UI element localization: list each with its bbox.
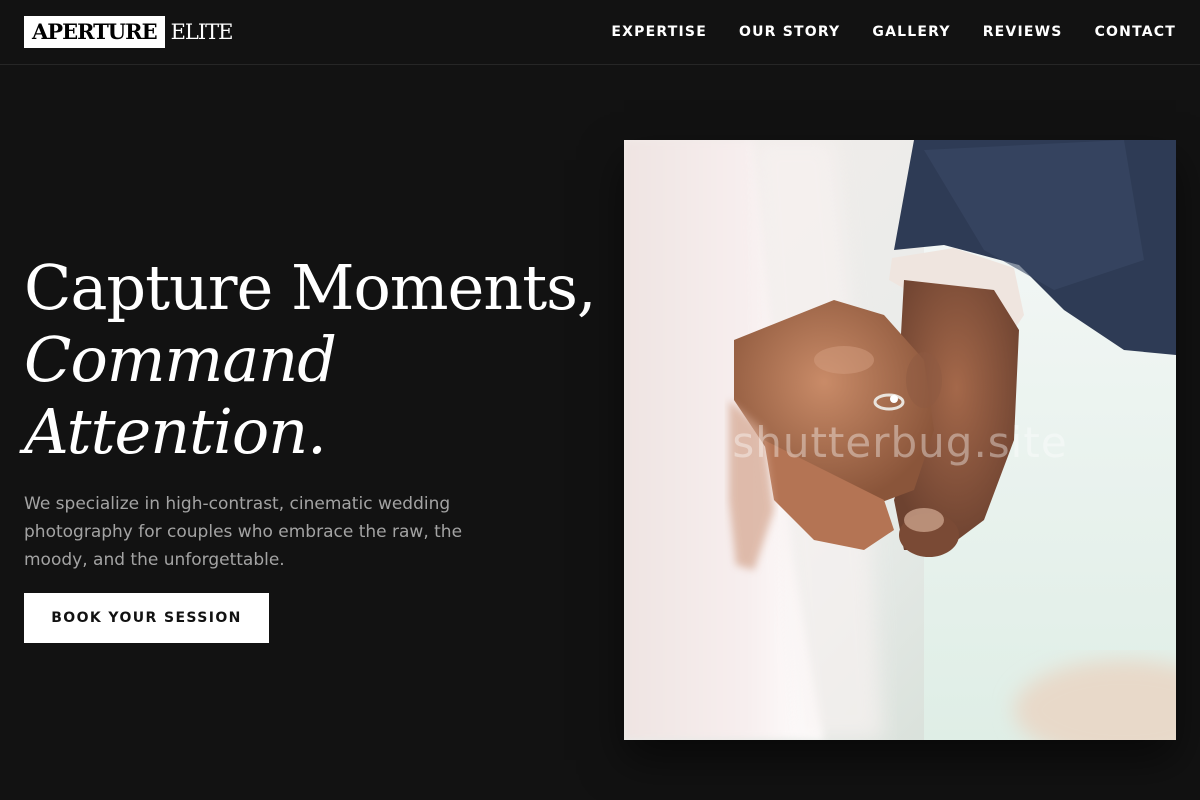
main-nav: EXPERTISE OUR STORY GALLERY REVIEWS CONT… (579, 22, 1176, 42)
hero-title-line-3: Attention. (24, 395, 327, 468)
hero-title-line-2: Command (24, 323, 337, 396)
hero-description: We specialize in high-contrast, cinemati… (24, 494, 463, 570)
hero-title-line-1: Capture Moments, (24, 251, 597, 324)
site-header: APERTURE ELITE EXPERTISE OUR STORY GALLE… (0, 0, 1200, 65)
book-session-button[interactable]: BOOK YOUR SESSION (24, 593, 269, 643)
nav-link-reviews[interactable]: REVIEWS (983, 22, 1063, 42)
nav-link-gallery[interactable]: GALLERY (872, 22, 950, 42)
hero-title: Capture Moments, Command Attention. (24, 252, 604, 468)
logo[interactable]: APERTURE ELITE (24, 16, 233, 48)
nav-link-contact[interactable]: CONTACT (1095, 22, 1176, 42)
nav-link-expertise[interactable]: EXPERTISE (611, 22, 707, 42)
logo-boxed-text: APERTURE (24, 16, 165, 48)
image-watermark: shutterbug.site (732, 418, 1068, 467)
nav-link-our-story[interactable]: OUR STORY (739, 22, 840, 42)
logo-text: ELITE (170, 20, 234, 44)
hero-image: shutterbug.site (624, 140, 1176, 740)
